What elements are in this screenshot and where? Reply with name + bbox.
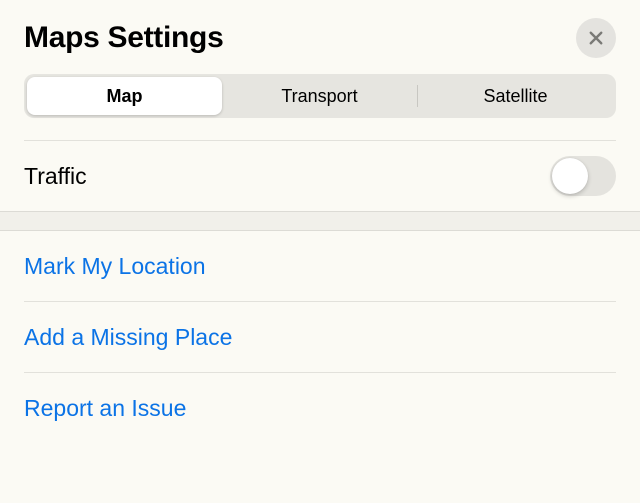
close-icon	[587, 29, 605, 47]
close-button[interactable]	[576, 18, 616, 58]
page-title: Maps Settings	[24, 21, 223, 55]
report-an-issue-button[interactable]: Report an Issue	[0, 373, 640, 443]
tab-satellite[interactable]: Satellite	[418, 77, 613, 115]
tab-label: Map	[107, 86, 143, 107]
action-label: Add a Missing Place	[24, 324, 232, 351]
action-label: Report an Issue	[24, 395, 186, 422]
mark-my-location-button[interactable]: Mark My Location	[0, 231, 640, 301]
tab-label: Transport	[281, 86, 357, 107]
add-missing-place-button[interactable]: Add a Missing Place	[0, 302, 640, 372]
tab-map[interactable]: Map	[27, 77, 222, 115]
tab-label: Satellite	[483, 86, 547, 107]
maps-settings-panel: Maps Settings Map Transport Satellite Tr…	[0, 0, 640, 503]
section-gap	[0, 211, 640, 231]
traffic-row: Traffic	[0, 141, 640, 211]
tab-transport[interactable]: Transport	[222, 77, 417, 115]
traffic-toggle[interactable]	[550, 156, 616, 196]
toggle-knob	[552, 158, 588, 194]
map-type-segmented-control[interactable]: Map Transport Satellite	[24, 74, 616, 118]
action-label: Mark My Location	[24, 253, 206, 280]
traffic-label: Traffic	[24, 163, 87, 190]
header: Maps Settings	[0, 0, 640, 74]
